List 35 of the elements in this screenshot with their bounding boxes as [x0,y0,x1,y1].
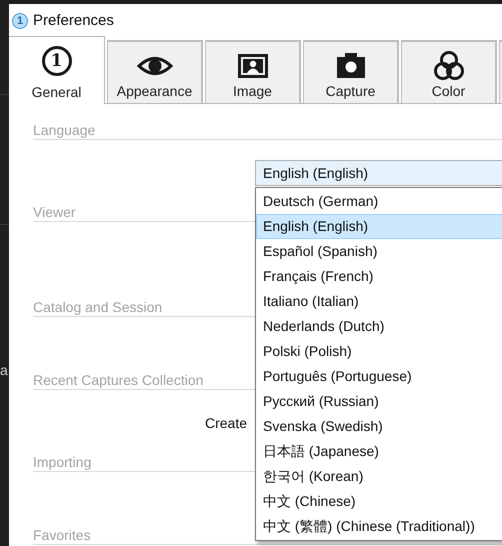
language-option[interactable]: 中文 (繁體) (Chinese (Traditional)) [256,514,502,539]
language-option[interactable]: Italiano (Italian) [256,289,502,314]
create-label: Create [204,414,247,432]
circled-number-icon: 1 [42,46,72,76]
language-option[interactable]: Polski (Polish) [256,339,502,364]
language-option[interactable]: Deutsch (German) [256,189,502,214]
language-option[interactable]: Svenska (Swedish) [256,414,502,439]
color-circles-icon [432,51,464,81]
tab[interactable]: Color [401,40,497,103]
tab[interactable]: Capture [303,40,399,103]
language-option[interactable]: Português (Portuguese) [256,364,502,389]
window-title: Preferences [33,10,114,31]
section-heading: Catalog and Session [33,300,162,314]
language-option[interactable]: English (English) [256,214,502,239]
language-option[interactable]: 中文 (Chinese) [256,489,502,514]
section-heading: Viewer [33,204,76,218]
section-heading: Favorites [33,528,91,542]
section-heading: Recent Captures Collection [33,372,204,386]
app-icon: 1 [12,13,28,29]
language-option[interactable]: 日本語 (Japanese) [256,439,502,464]
language-option[interactable]: Русский (Russian) [256,389,502,414]
language-option[interactable]: Français (French) [256,264,502,289]
section-heading: Importing [33,454,92,468]
language-option[interactable]: 한국어 (Korean) [256,464,502,489]
tab[interactable]: Appearance [107,40,203,103]
section-heading: Language [33,122,96,136]
tab[interactable]: Image [205,40,301,103]
background-text: a [0,363,9,377]
tab[interactable]: 1 General [9,36,105,104]
camera-icon [336,53,366,79]
language-option[interactable]: Español (Spanish) [256,239,502,264]
eye-icon [136,55,172,77]
portrait-icon [238,54,268,78]
language-dropdown[interactable]: English (English) [255,160,502,186]
language-option[interactable]: Nederlands (Dutch) [256,314,502,339]
